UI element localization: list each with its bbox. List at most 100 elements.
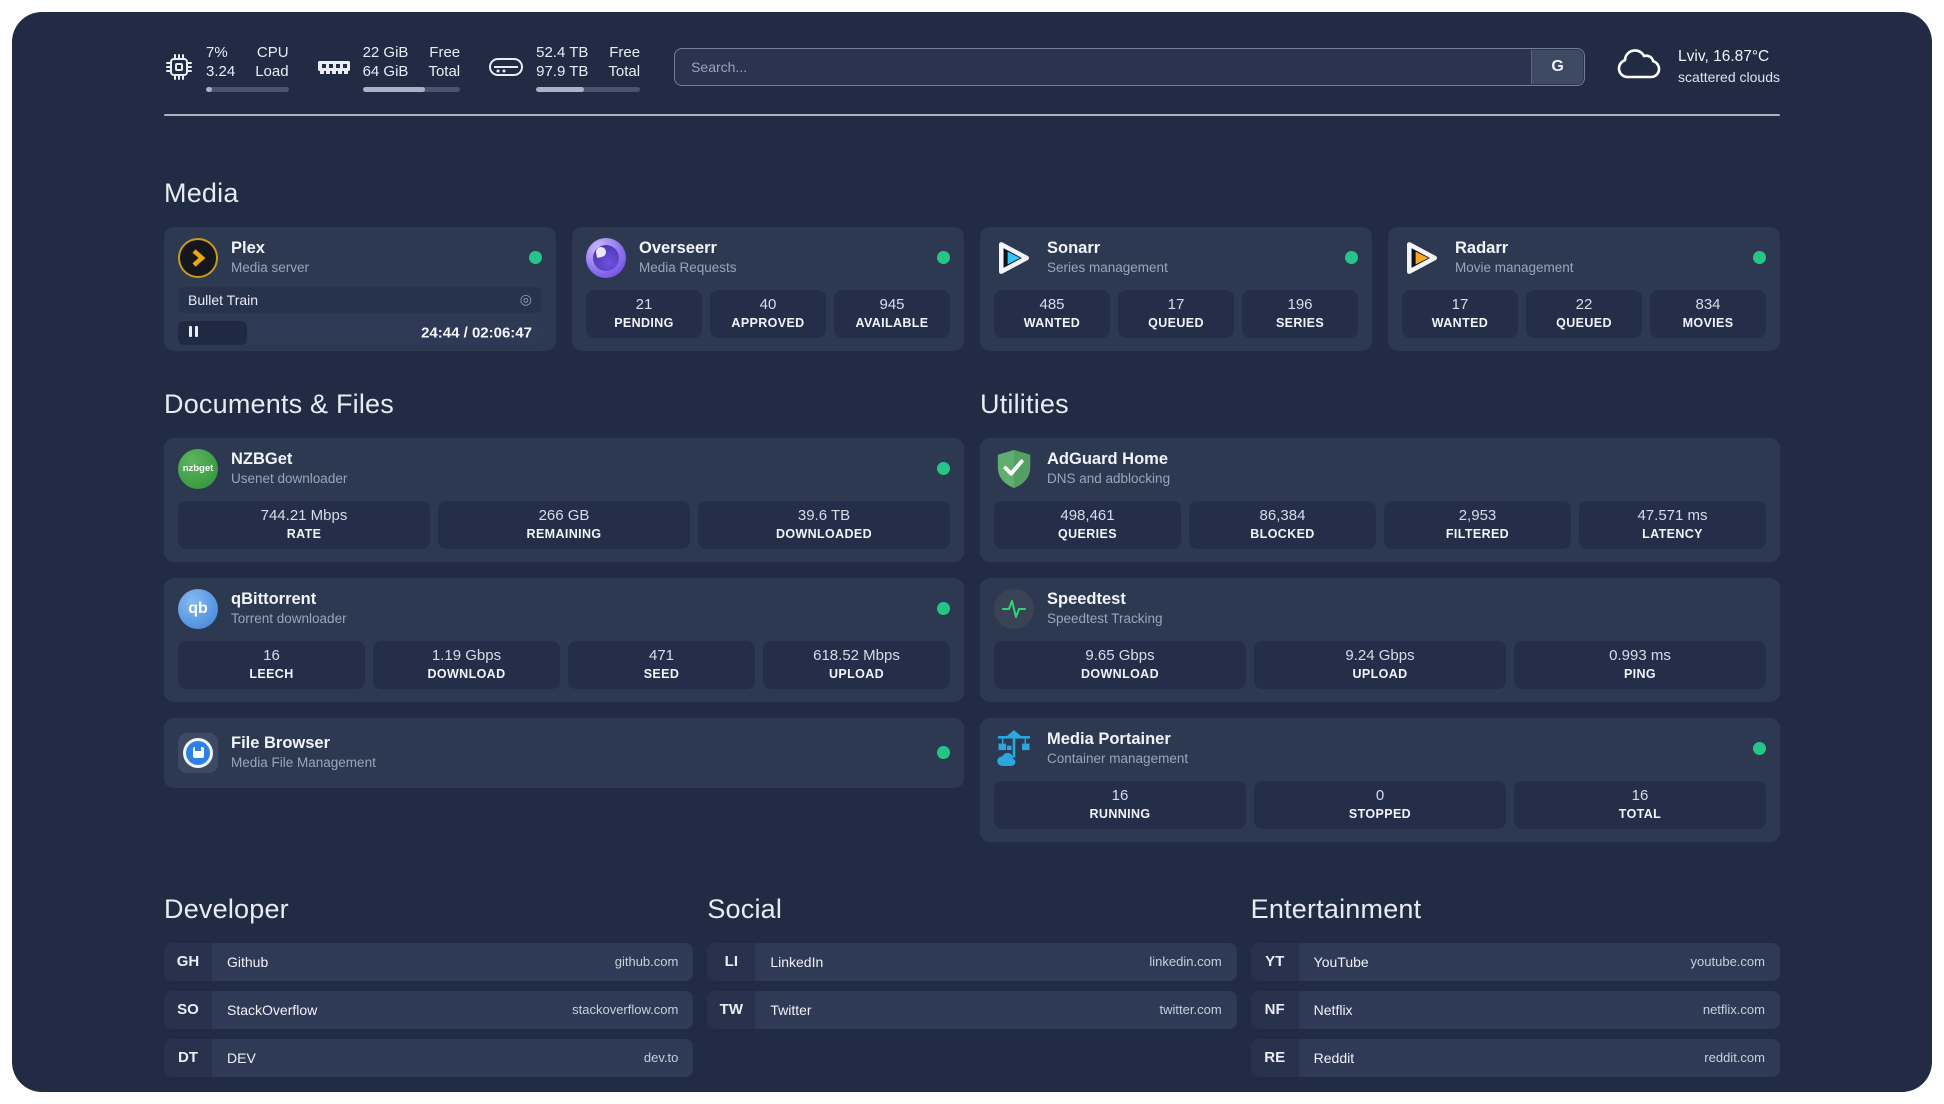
search-input[interactable] <box>674 48 1586 86</box>
playback-progress-bar[interactable]: 24:44 / 02:06:47 <box>178 320 542 345</box>
link-github[interactable]: GH Github github.com <box>164 942 694 981</box>
app-card-qbittorrent[interactable]: qb qBittorrent Torrent downloader 16 LEE… <box>164 577 964 702</box>
stat-tile-seed: 471 SEED <box>568 640 755 689</box>
cpu-load-value: 3.24 <box>206 63 236 80</box>
app-description: Container management <box>1047 751 1189 767</box>
app-card-sonarr[interactable]: Sonarr Series management 485 WANTED 17 Q… <box>980 226 1372 351</box>
app-card-radarr[interactable]: Radarr Movie management 17 WANTED 22 QUE… <box>1388 226 1780 351</box>
stat-label: LATENCY <box>1642 527 1703 542</box>
stat-tile-upload: 618.52 Mbps UPLOAD <box>763 640 950 689</box>
app-card-filebrowser[interactable]: File Browser Media File Management <box>164 717 964 788</box>
stat-label: DOWNLOAD <box>1081 667 1159 682</box>
status-dot <box>937 251 950 264</box>
session-settings-icon[interactable]: ◎ <box>520 291 532 308</box>
stat-label: UPLOAD <box>828 667 885 682</box>
link-name: DEV <box>227 1049 256 1066</box>
stat-tile-download: 1.19 Gbps DOWNLOAD <box>373 640 560 689</box>
section-entertainment: Entertainment YT YouTube youtube.com NF … <box>1250 894 1780 1077</box>
stat-label: WANTED <box>1023 316 1081 331</box>
status-dot <box>937 462 950 475</box>
link-reddit[interactable]: RE Reddit reddit.com <box>1250 1038 1780 1077</box>
stat-tile-upload: 9.24 Gbps UPLOAD <box>1254 640 1506 689</box>
app-description: Media File Management <box>231 755 376 771</box>
stat-tile-wanted: 17 WANTED <box>1402 289 1518 338</box>
stat-tile-approved: 40 APPROVED <box>710 289 826 338</box>
memory-free-label: Free <box>429 43 461 61</box>
pause-icon[interactable] <box>189 324 201 342</box>
link-youtube[interactable]: YT YouTube youtube.com <box>1250 942 1780 981</box>
link-abbr: LI <box>707 942 756 981</box>
stat-label: FILTERED <box>1445 527 1510 542</box>
qbittorrent-icon: qb <box>178 588 218 629</box>
stat-value: 0.993 ms <box>1609 646 1671 664</box>
stat-value: 266 GB <box>538 506 590 524</box>
stat-label: LEECH <box>249 667 294 682</box>
app-description: Usenet downloader <box>231 471 348 487</box>
stat-label: SEED <box>643 667 680 682</box>
plex-icon <box>178 237 218 278</box>
stat-value: 47.571 ms <box>1637 506 1708 524</box>
stat-label: PING <box>1623 667 1657 682</box>
app-name: Overseerr <box>639 239 717 257</box>
app-card-portainer[interactable]: Media Portainer Container management 16 … <box>980 717 1780 842</box>
filebrowser-icon <box>178 732 218 773</box>
header-divider <box>164 114 1780 116</box>
link-name: Reddit <box>1313 1049 1355 1066</box>
stat-value: 21 <box>635 295 653 313</box>
stat-value: 9.65 Gbps <box>1085 646 1155 664</box>
app-card-overseerr[interactable]: Overseerr Media Requests 21 PENDING 40 A… <box>572 226 964 351</box>
stat-tile-series: 196 SERIES <box>1242 289 1358 338</box>
section-title-utilities: Utilities <box>980 388 1069 419</box>
link-netflix[interactable]: NF Netflix netflix.com <box>1250 990 1780 1029</box>
link-abbr: SO <box>164 990 212 1029</box>
app-card-plex[interactable]: Plex Media server Bullet Train ◎ 24:44 /… <box>164 226 556 351</box>
weather-widget[interactable]: Lviv, 16.87°C scattered clouds <box>1615 47 1780 88</box>
dashboard-page: 7% 3.24 CPU Load 22 GiB 64 GiB Free Tota… <box>0 0 1944 1104</box>
storage-total-value: 97.9 TB <box>536 63 589 80</box>
nzbget-logo-text: nzbget <box>182 463 214 474</box>
app-name: Radarr <box>1455 239 1509 257</box>
overseerr-icon <box>586 237 626 278</box>
link-url: youtube.com <box>1690 954 1765 969</box>
now-playing-row: Bullet Train ◎ <box>178 286 542 313</box>
stat-value: 16 <box>263 646 280 664</box>
link-name: Github <box>227 953 269 970</box>
app-card-speedtest[interactable]: Speedtest Speedtest Tracking 9.65 Gbps D… <box>980 577 1780 702</box>
nzbget-icon: nzbget <box>178 448 218 489</box>
link-twitter[interactable]: TW Twitter twitter.com <box>707 990 1237 1029</box>
link-linkedin[interactable]: LI LinkedIn linkedin.com <box>707 942 1237 981</box>
weather-condition: scattered clouds <box>1678 69 1780 86</box>
status-dot <box>1753 742 1766 755</box>
stat-value: 498,461 <box>1060 506 1115 524</box>
app-card-nzbget[interactable]: nzbget NZBGet Usenet downloader 744.21 M… <box>164 437 964 562</box>
stat-value: 16 <box>1631 786 1649 804</box>
stat-label: MOVIES <box>1682 316 1734 331</box>
link-stackoverflow[interactable]: SO StackOverflow stackoverflow.com <box>164 990 694 1029</box>
stat-tile-download: 9.65 Gbps DOWNLOAD <box>994 640 1246 689</box>
stat-value: 196 <box>1287 295 1313 313</box>
memory-stat-group: 22 GiB 64 GiB Free Total <box>317 43 461 92</box>
playback-time: 24:44 / 02:06:47 <box>421 324 532 341</box>
stat-tile-remaining: 266 GB REMAINING <box>438 500 690 549</box>
radarr-icon <box>1402 238 1442 278</box>
stat-tile-filtered: 2,953 FILTERED <box>1384 500 1571 549</box>
speedtest-icon <box>994 588 1034 629</box>
app-card-adguard[interactable]: AdGuard Home DNS and adblocking 498,461 … <box>980 437 1780 562</box>
link-dev[interactable]: DT DEV dev.to <box>164 1038 694 1077</box>
storage-stat-group: 52.4 TB 97.9 TB Free Total <box>488 43 641 92</box>
storage-total-label: Total <box>608 63 641 80</box>
system-stats: 7% 3.24 CPU Load 22 GiB 64 GiB Free Tota… <box>164 43 641 92</box>
stat-label: STOPPED <box>1348 807 1412 822</box>
stat-value: 9.24 Gbps <box>1345 646 1415 664</box>
search-provider-button[interactable]: G <box>1531 50 1584 84</box>
stat-value: 17 <box>1167 295 1185 313</box>
qbittorrent-logo-text: qb <box>188 599 208 617</box>
stat-label: APPROVED <box>731 316 805 331</box>
link-name: StackOverflow <box>227 1001 318 1018</box>
stat-value: 39.6 TB <box>797 506 851 524</box>
link-url: linkedin.com <box>1149 954 1222 969</box>
stat-value: 1.19 Gbps <box>431 646 502 664</box>
stat-value: 471 <box>648 646 675 664</box>
section-title-media: Media <box>164 177 239 208</box>
stat-label: RUNNING <box>1089 807 1151 822</box>
